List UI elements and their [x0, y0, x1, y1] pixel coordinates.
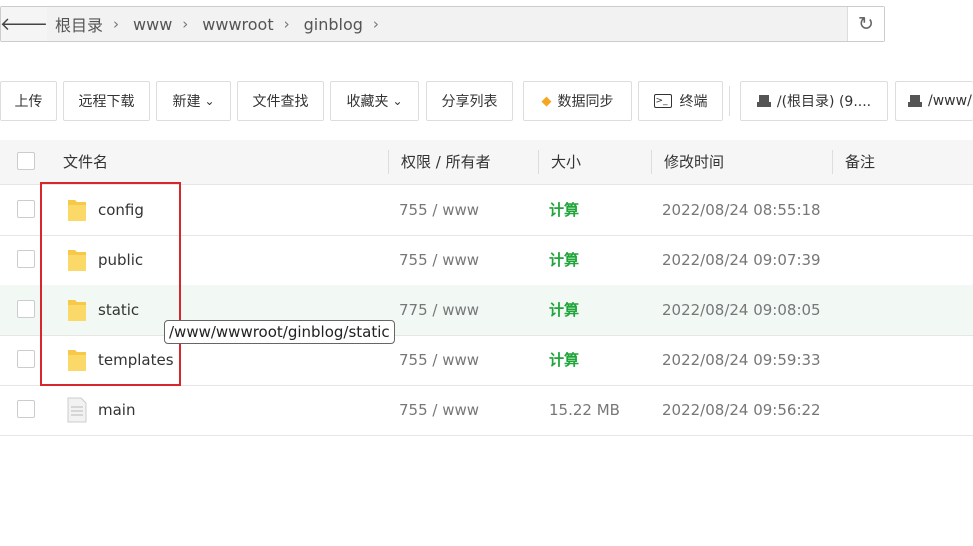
disk-root-button[interactable]: /(根目录) (9....: [740, 81, 888, 121]
file-modified: 2022/08/24 09:59:33: [662, 351, 821, 369]
disk-www-label: /www/: [928, 93, 972, 109]
chevron-down-icon: ⌄: [392, 94, 403, 108]
terminal-label: 终端: [679, 94, 708, 110]
data-sync-button[interactable]: ◆ 数据同步: [523, 81, 632, 121]
arrow-left-icon: 🡐: [0, 13, 49, 35]
table-header: 文件名 权限 / 所有者 大小 修改时间 备注: [0, 140, 973, 185]
new-label: 新建: [172, 94, 201, 110]
file-search-button[interactable]: 文件查找: [237, 81, 324, 121]
header-size[interactable]: 大小: [551, 140, 581, 184]
breadcrumb-www[interactable]: www: [133, 15, 172, 34]
column-divider[interactable]: [388, 150, 389, 174]
file-search-label: 文件查找: [252, 94, 309, 110]
file-modified: 2022/08/24 09:56:22: [662, 401, 821, 419]
select-all-checkbox[interactable]: [17, 152, 35, 170]
header-modified[interactable]: 修改时间: [664, 140, 724, 184]
disk-icon: [908, 95, 922, 107]
path-bar: 🡐 根目录 › www › wwwroot › ginblog › ↻: [0, 6, 885, 42]
highlight-annotation-box: [40, 182, 181, 386]
breadcrumb: 根目录 › www › wwwroot › ginblog ›: [47, 7, 848, 41]
upload-button[interactable]: 上传: [0, 81, 57, 121]
row-checkbox[interactable]: [17, 350, 35, 368]
file-perm[interactable]: 775 / www: [399, 285, 479, 335]
share-list-label: 分享列表: [441, 94, 498, 110]
row-checkbox[interactable]: [17, 250, 35, 268]
refresh-button[interactable]: ↻: [847, 7, 884, 41]
favorites-label: 收藏夹: [346, 94, 389, 110]
breadcrumb-root[interactable]: 根目录: [55, 12, 103, 36]
column-divider[interactable]: [832, 150, 833, 174]
disk-icon: [756, 95, 771, 107]
upload-label: 上传: [14, 94, 43, 110]
calc-size-link[interactable]: 计算: [549, 285, 579, 335]
breadcrumb-wwwroot[interactable]: wwwroot: [202, 15, 273, 34]
row-checkbox[interactable]: [17, 200, 35, 218]
file-icon: [67, 397, 87, 423]
calc-size-link[interactable]: 计算: [549, 335, 579, 385]
file-size: 15.22 MB: [549, 401, 620, 419]
chevron-down-icon: ⌄: [204, 94, 215, 108]
disk-www-button[interactable]: /www/: [895, 81, 973, 121]
file-perm[interactable]: 755 / www: [399, 185, 479, 235]
row-checkbox[interactable]: [17, 400, 35, 418]
favorites-dropdown-button[interactable]: 收藏夹 ⌄: [330, 81, 419, 121]
file-perm[interactable]: 755 / www: [399, 335, 479, 385]
calc-size-link[interactable]: 计算: [549, 185, 579, 235]
chevron-right-icon: ›: [113, 15, 120, 33]
file-modified: 2022/08/24 09:08:05: [662, 301, 821, 319]
file-modified: 2022/08/24 08:55:18: [662, 201, 821, 219]
terminal-button[interactable]: >_ 终端: [638, 81, 723, 121]
toolbar-divider: [729, 86, 730, 116]
file-perm[interactable]: 755 / www: [399, 385, 479, 435]
table-row[interactable]: main 755 / www 15.22 MB 2022/08/24 09:56…: [0, 385, 973, 436]
new-dropdown-button[interactable]: 新建 ⌄: [156, 81, 231, 121]
column-divider[interactable]: [538, 150, 539, 174]
breadcrumb-ginblog[interactable]: ginblog: [304, 15, 363, 34]
remote-download-button[interactable]: 远程下载: [63, 81, 150, 121]
remote-download-label: 远程下载: [78, 94, 135, 110]
back-button[interactable]: 🡐: [0, 7, 49, 41]
data-sync-label: 数据同步: [557, 94, 614, 110]
disk-root-label: /(根目录) (9....: [776, 94, 872, 110]
column-divider[interactable]: [651, 150, 652, 174]
refresh-icon: ↻: [858, 13, 874, 35]
header-note[interactable]: 备注: [845, 140, 875, 184]
chevron-right-icon: ›: [372, 15, 379, 33]
calc-size-link[interactable]: 计算: [549, 235, 579, 285]
file-name[interactable]: main: [98, 385, 135, 435]
terminal-icon: >_: [653, 94, 672, 108]
chevron-right-icon: ›: [182, 15, 189, 33]
header-name[interactable]: 文件名: [63, 140, 108, 184]
header-perm[interactable]: 权限 / 所有者: [401, 140, 491, 184]
chevron-right-icon: ›: [283, 15, 290, 33]
path-tooltip: /www/wwwroot/ginblog/static: [164, 320, 395, 344]
diamond-icon: ◆: [541, 93, 552, 109]
row-checkbox[interactable]: [17, 300, 35, 318]
share-list-button[interactable]: 分享列表: [426, 81, 513, 121]
file-modified: 2022/08/24 09:07:39: [662, 251, 821, 269]
file-perm[interactable]: 755 / www: [399, 235, 479, 285]
